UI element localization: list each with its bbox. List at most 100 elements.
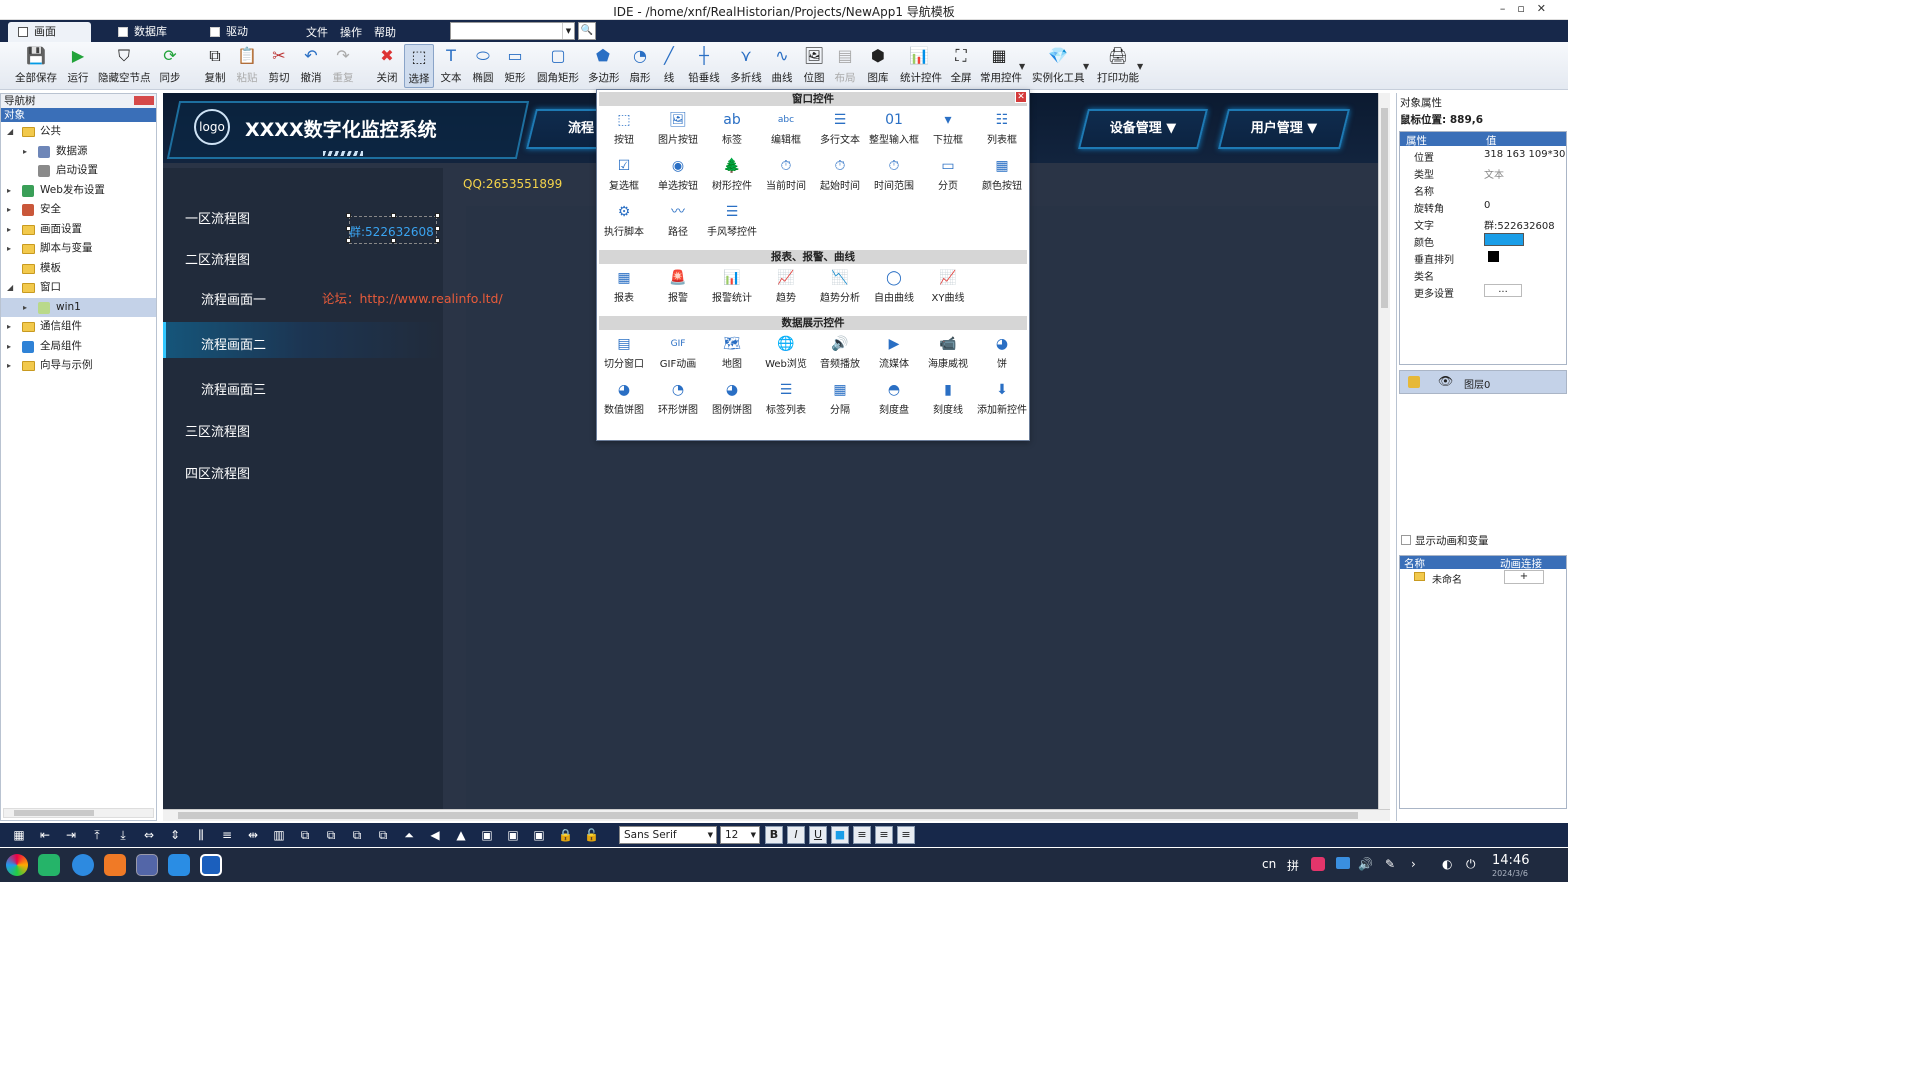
menu-operate[interactable]: 操作 [340, 24, 362, 40]
align-tool-icon[interactable]: ⧉ [350, 828, 364, 842]
layer-row[interactable]: 👁 图层0 [1399, 370, 1567, 394]
palette-item[interactable]: 🖼 图片按钮 [651, 108, 705, 152]
palette-item[interactable]: 🔊 音频播放 [813, 332, 867, 376]
nav-button-device[interactable]: 设备管理 ▼ [1078, 109, 1208, 149]
tree-item[interactable]: ◢ 公共 [1, 122, 156, 142]
undo-button[interactable]: ↶ 撤消 [300, 44, 322, 88]
print-button[interactable]: 🖨 打印功能 [1096, 44, 1140, 88]
palette-item[interactable]: 📊 报警统计 [705, 266, 759, 310]
property-row[interactable]: 类型 文本 [1400, 163, 1566, 181]
menu-item[interactable]: 流程画面三 [201, 379, 266, 398]
align-tool-icon[interactable]: ≡ [220, 828, 234, 842]
forum-link-text[interactable]: 论坛：http://www.realinfo.ltd/ [322, 288, 503, 307]
select-button[interactable]: ⬚ 选择 [404, 44, 434, 88]
palette-item[interactable]: 🌐 Web浏览 [759, 332, 813, 376]
tree-item[interactable]: ▸ 画面设置 [1, 220, 156, 240]
vertical-checkbox[interactable] [1488, 251, 1499, 262]
palette-item[interactable]: ▦ 报表 [597, 266, 651, 310]
copy-button[interactable]: ⧉ 复制 [204, 44, 226, 88]
polyline-button[interactable]: ⋎ 多折线 [730, 44, 762, 88]
collapsed-arrow-icon[interactable]: ▸ [7, 239, 11, 259]
bitmap-button[interactable]: 🖼 位图 [802, 44, 826, 88]
settings-icon[interactable] [136, 854, 158, 876]
close-icon[interactable]: ✕ [1015, 91, 1027, 103]
chevron-down-icon[interactable]: ▼ [1019, 62, 1025, 71]
align-tool-icon[interactable]: ⇥ [64, 828, 78, 842]
tree-item[interactable]: ▸ 脚本与变量 [1, 239, 156, 259]
palette-item[interactable]: GIF GIF动画 [651, 332, 705, 376]
lang-indicator[interactable]: cn [1262, 857, 1276, 871]
palette-item[interactable]: ▤ 切分窗口 [597, 332, 651, 376]
lock-icon[interactable] [1408, 376, 1420, 388]
palette-item[interactable]: ⚙ 执行脚本 [597, 200, 651, 244]
align-tool-icon[interactable]: ⇔ [142, 828, 156, 842]
property-row[interactable]: 类名 [1400, 265, 1566, 283]
tree-item[interactable]: ▸ win1 [1, 297, 156, 317]
polygon-button[interactable]: ⬟ 多边形 [588, 44, 620, 88]
search-input[interactable]: ▼ [450, 22, 575, 40]
nav-tree-header[interactable]: 对象 [1, 108, 156, 122]
align-tool-icon[interactable]: ▣ [480, 828, 494, 842]
close-icon[interactable] [134, 96, 154, 105]
clock-time[interactable]: 14:46 [1492, 853, 1529, 868]
chevron-down-icon[interactable]: ▼ [1083, 62, 1089, 71]
menu-item[interactable]: 一区流程图 [185, 208, 250, 227]
redo-button[interactable]: ↷ 重复 [332, 44, 354, 88]
palette-item[interactable]: 📉 趋势分析 [813, 266, 867, 310]
palette-item[interactable]: ab 标签 [705, 108, 759, 152]
palette-item[interactable]: ▾ 下拉框 [921, 108, 975, 152]
chevron-right-icon[interactable]: › [1411, 857, 1416, 871]
palette-item[interactable]: 🌲 树形控件 [705, 154, 759, 198]
tree-item[interactable]: ▸ 全局组件 [1, 337, 156, 357]
align-tool-icon[interactable]: ⧉ [324, 828, 338, 842]
launcher-icon[interactable] [6, 854, 28, 876]
align-tool-icon[interactable]: ▲ [454, 828, 468, 842]
ellipse-button[interactable]: ⬭ 椭圆 [472, 44, 494, 88]
horizontal-scrollbar[interactable] [163, 809, 1390, 821]
underline-button[interactable]: U [809, 826, 827, 844]
palette-item[interactable]: 📈 趋势 [759, 266, 813, 310]
align-right-button[interactable]: ≡ [897, 826, 915, 844]
expanded-arrow-icon[interactable]: ◢ [7, 122, 13, 142]
text-color-button[interactable]: ■ [831, 826, 849, 844]
palette-item[interactable]: ⏱ 时间范围 [867, 154, 921, 198]
window-controls[interactable]: –▫✕ [1500, 2, 1558, 15]
palette-item[interactable]: ◕ 数值饼图 [597, 378, 651, 422]
palette-item[interactable]: 🚨 报警 [651, 266, 705, 310]
app-icon[interactable] [168, 854, 190, 876]
run-button[interactable]: ▶ 运行 [66, 44, 90, 88]
align-tool-icon[interactable]: ▣ [506, 828, 520, 842]
palette-item[interactable]: ☰ 标签列表 [759, 378, 813, 422]
align-tool-icon[interactable]: ⏶ [402, 828, 416, 842]
expanded-arrow-icon[interactable]: ◢ [7, 278, 13, 298]
palette-item[interactable]: ◕ 饼 [975, 332, 1029, 376]
palette-item[interactable]: 01 整型输入框 [867, 108, 921, 152]
palette-item[interactable]: ◓ 刻度盘 [867, 378, 921, 422]
menu-file[interactable]: 文件 [306, 24, 328, 40]
cut-button[interactable]: ✂ 剪切 [268, 44, 290, 88]
collapsed-arrow-icon[interactable]: ▸ [7, 200, 11, 220]
align-tool-icon[interactable]: ▦ [12, 828, 26, 842]
palette-item[interactable]: ☷ 列表框 [975, 108, 1029, 152]
property-row[interactable]: 更多设置... [1400, 282, 1566, 300]
palette-item[interactable]: ⬚ 按钮 [597, 108, 651, 152]
chevron-down-icon[interactable]: ▼ [751, 827, 756, 843]
resize-handle[interactable] [435, 213, 440, 218]
resize-handle[interactable] [435, 238, 440, 243]
palette-item[interactable]: ☰ 手风琴控件 [705, 200, 759, 244]
palette-item[interactable]: 〰路径 [651, 200, 705, 244]
palette-item[interactable]: 📹 海康威视 [921, 332, 975, 376]
align-tool-icon[interactable]: ◀ [428, 828, 442, 842]
chevron-down-icon[interactable]: ▼ [562, 23, 574, 39]
line-button[interactable]: ╱ 线 [660, 44, 678, 88]
tree-item[interactable]: 启动设置 [1, 161, 156, 181]
instantiate-button[interactable]: 💎 实例化工具 [1032, 44, 1085, 88]
palette-item[interactable]: ▶ 流媒体 [867, 332, 921, 376]
gallery-button[interactable]: ⬢ 图库 [866, 44, 890, 88]
property-row[interactable]: 颜色 [1400, 231, 1566, 249]
rounded-rect-button[interactable]: ▢ 圆角矩形 [536, 44, 580, 88]
eye-icon[interactable]: 👁 [1438, 374, 1453, 388]
tree-item[interactable]: ▸ 向导与示例 [1, 356, 156, 376]
qq-text[interactable]: QQ:2653551899 [463, 177, 562, 191]
collapsed-arrow-icon[interactable]: ▸ [7, 317, 11, 337]
